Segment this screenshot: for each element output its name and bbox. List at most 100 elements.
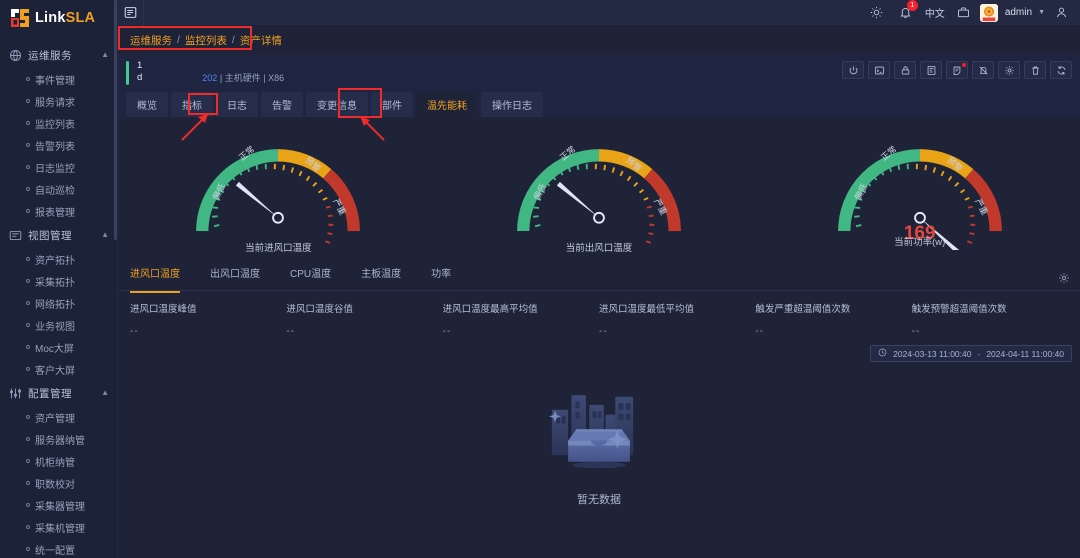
stat-valley: 进风口温度谷值 --	[286, 301, 442, 337]
briefcase-icon[interactable]	[951, 3, 977, 23]
breadcrumb-separator: /	[231, 34, 235, 46]
sidebar-item-customer-screen[interactable]: 客户大屏	[0, 358, 117, 380]
sidebar: LinkSLA 运维服务 ▲ 事件管理 服务请求 监控列表 告警列表 日志监控 …	[0, 0, 118, 558]
refresh-icon[interactable]	[1050, 61, 1072, 79]
stat-value: --	[130, 326, 139, 337]
gear-icon[interactable]	[998, 61, 1020, 79]
sidebar-item-unified-config[interactable]: 统一配置	[0, 538, 117, 558]
sidebar-item-collect-machine[interactable]: 采集机管理	[0, 516, 117, 538]
stat-value: --	[598, 326, 608, 337]
sidebar-item-rack-manage[interactable]: 机柜纳管	[0, 450, 117, 472]
language-switch[interactable]: 中文	[922, 3, 948, 23]
bell-off-icon[interactable]	[972, 61, 994, 79]
sidebar-item-alarm-list[interactable]: 告警列表	[0, 134, 117, 156]
brand-logo[interactable]: LinkSLA	[0, 0, 117, 36]
sidebar-item-moc-screen[interactable]: Moc大屏	[0, 336, 117, 358]
power-icon[interactable]	[842, 61, 864, 79]
sidebar-item-business-view[interactable]: 业务视图	[0, 314, 117, 336]
breadcrumb-item-0[interactable]: 运维服务	[130, 33, 172, 48]
tab-change-info[interactable]: 变更信息	[306, 92, 368, 117]
sidebar-item-label: 机柜纳管	[35, 457, 75, 469]
sidebar-item-label: 监控列表	[35, 119, 75, 131]
gauge-outlet-temp: 偏低 正常 预警 严重 当前出风口温度	[439, 125, 760, 265]
bullet-icon	[26, 415, 30, 419]
breadcrumb-item-2[interactable]: 资产详情	[240, 33, 282, 48]
tab-logs[interactable]: 日志	[216, 92, 258, 117]
bullet-icon	[26, 481, 30, 485]
sidebar-group-label: 运维服务	[28, 49, 72, 62]
caret-up-icon: ▲	[101, 49, 109, 59]
note-icon[interactable]	[946, 61, 968, 79]
tab-alarms[interactable]: 告警	[261, 92, 303, 117]
gauge-dial: 偏低 正常 预警 严重	[517, 144, 681, 244]
sidebar-item-label: 日志监控	[35, 163, 75, 175]
metric-tab-inlet-temp[interactable]: 进风口温度	[130, 262, 194, 294]
top-bar: 1 中文 admin ▼	[118, 0, 1080, 26]
sidebar-item-label: 服务请求	[35, 97, 75, 109]
stat-value: --	[911, 326, 921, 337]
linksla-logo-icon	[9, 8, 31, 28]
main-area: 1 中文 admin ▼ 运维服务 / 监控列表 / 资产详情 1 d 202 …	[118, 0, 1080, 558]
user-name-label[interactable]: admin	[1005, 7, 1032, 18]
user-avatar-icon[interactable]	[979, 3, 998, 22]
tab-operation-logs[interactable]: 操作日志	[481, 92, 543, 117]
asset-action-toolbar	[842, 61, 1072, 79]
breadcrumb: 运维服务 / 监控列表 / 资产详情	[126, 30, 286, 51]
sidebar-group-ops[interactable]: 运维服务 ▲	[0, 42, 117, 68]
sidebar-item-collect-topology[interactable]: 采集拓扑	[0, 270, 117, 292]
topbar-actions: 1 中文 admin ▼	[864, 0, 1074, 23]
chevron-down-icon[interactable]: ▼	[1038, 9, 1045, 16]
gear-icon[interactable]	[1058, 272, 1070, 284]
sidebar-group-view[interactable]: 视图管理 ▲	[0, 222, 117, 248]
sidebar-item-log-monitor[interactable]: 日志监控	[0, 156, 117, 178]
report-icon[interactable]	[920, 61, 942, 79]
app-root: LinkSLA 运维服务 ▲ 事件管理 服务请求 监控列表 告警列表 日志监控 …	[0, 0, 1080, 558]
user-account-icon[interactable]	[1048, 3, 1074, 23]
bullet-icon	[26, 143, 30, 147]
sidebar-item-label: 采集机管理	[35, 523, 85, 535]
sidebar-group-config[interactable]: 配置管理 ▲	[0, 380, 117, 406]
bell-icon[interactable]: 1	[893, 0, 919, 23]
sun-theme-icon[interactable]	[864, 3, 890, 23]
sidebar-item-service-request[interactable]: 服务请求	[0, 90, 117, 112]
sidebar-item-collector-manage[interactable]: 采集器管理	[0, 494, 117, 516]
sidebar-item-network-topology[interactable]: 网络拓扑	[0, 292, 117, 314]
sidebar-item-incident[interactable]: 事件管理	[0, 68, 117, 90]
metric-tab-power[interactable]: 功率	[431, 262, 465, 294]
sidebar-item-label: 事件管理	[35, 75, 75, 87]
bullet-icon	[26, 301, 30, 305]
metric-tab-outlet-temp[interactable]: 出风口温度	[210, 262, 274, 294]
status-bar-indicator	[126, 61, 129, 85]
bullet-icon	[26, 99, 30, 103]
sidebar-item-data-check[interactable]: 职数校对	[0, 472, 117, 494]
sidebar-item-monitor-list[interactable]: 监控列表	[0, 112, 117, 134]
asset-name-line2: d	[137, 72, 143, 83]
sidebar-item-label: 资产拓扑	[35, 255, 75, 267]
sidebar-item-auto-inspect[interactable]: 自动巡检	[0, 178, 117, 200]
bullet-icon	[26, 503, 30, 507]
breadcrumb-item-1[interactable]: 监控列表	[185, 33, 227, 48]
lock-icon[interactable]	[894, 61, 916, 79]
tab-temperature-energy[interactable]: 温先能耗	[416, 92, 478, 117]
sidebar-group-label: 视图管理	[28, 229, 72, 242]
sidebar-item-report[interactable]: 报表管理	[0, 200, 117, 222]
gauge-caption: 当前进风口温度	[245, 243, 312, 254]
terminal-icon[interactable]	[868, 61, 890, 79]
hamburger-menu-icon[interactable]	[118, 0, 144, 26]
asset-tabs: 概览 指标 日志 告警 变更信息 部件 温先能耗 操作日志	[126, 88, 1072, 117]
metric-tab-cpu-temp[interactable]: CPU温度	[290, 262, 345, 294]
tab-metrics[interactable]: 指标	[171, 92, 213, 117]
sidebar-item-server-manage[interactable]: 服务器纳管	[0, 428, 117, 450]
bullet-icon	[26, 323, 30, 327]
sidebar-item-label: 服务器纳管	[35, 435, 85, 447]
sidebar-scrollbar[interactable]	[114, 0, 117, 240]
tab-overview[interactable]: 概览	[126, 92, 168, 117]
breadcrumb-separator: /	[177, 34, 180, 46]
trash-icon[interactable]	[1024, 61, 1046, 79]
metric-tab-board-temp[interactable]: 主板温度	[361, 262, 415, 294]
date-range-picker[interactable]: 2024-03-13 11:00:40 - 2024-04-11 11:00:4…	[870, 345, 1072, 362]
gauge-inlet-temp: 偏低 正常 预警 严重 当前进风口温度	[118, 125, 439, 265]
tab-components[interactable]: 部件	[371, 92, 413, 117]
sidebar-item-asset-manage[interactable]: 资产管理	[0, 406, 117, 428]
sidebar-item-asset-topology[interactable]: 资产拓扑	[0, 248, 117, 270]
